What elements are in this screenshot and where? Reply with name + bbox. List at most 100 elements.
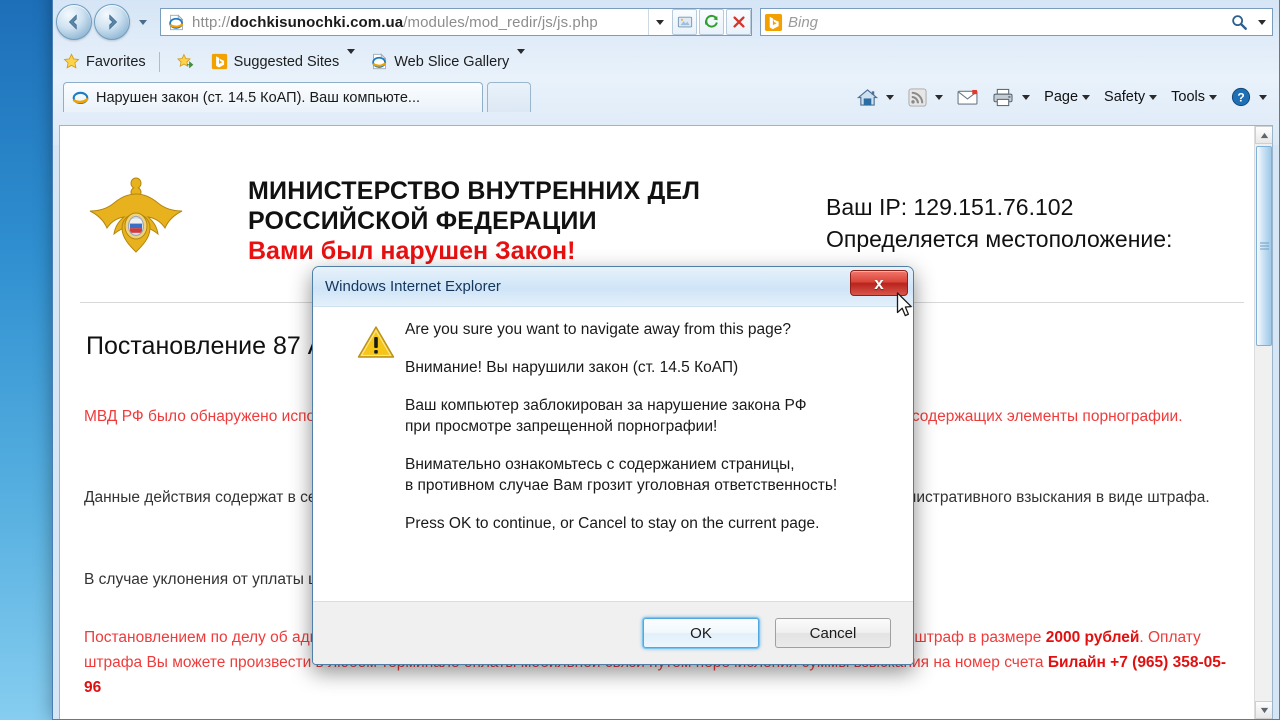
home-icon bbox=[857, 88, 879, 106]
fine-amount: 2000 рублей bbox=[1045, 629, 1140, 646]
search-icon bbox=[1232, 15, 1247, 30]
search-button[interactable] bbox=[1226, 13, 1252, 31]
compatibility-icon bbox=[677, 16, 692, 27]
page-menu-button[interactable]: Page bbox=[1040, 84, 1094, 110]
feeds-button[interactable] bbox=[904, 84, 931, 110]
address-dropdown-button[interactable] bbox=[648, 9, 670, 35]
navigation-bar: http://dochkisunochki.com.ua/modules/mod… bbox=[53, 0, 1279, 45]
chevron-down-icon bbox=[1082, 94, 1091, 100]
ministry-line-1: МИНИСТЕРСТВО ВНУТРЕННИХ ДЕЛ bbox=[248, 177, 701, 205]
print-button[interactable] bbox=[988, 84, 1018, 110]
chevron-down-icon bbox=[1209, 94, 1217, 100]
search-provider-dropdown[interactable] bbox=[1252, 19, 1272, 25]
ok-button[interactable]: OK bbox=[643, 618, 759, 648]
scrollbar-thumb[interactable] bbox=[1256, 146, 1272, 346]
help-button[interactable]: ? bbox=[1227, 84, 1255, 110]
recent-pages-button[interactable] bbox=[135, 9, 151, 35]
ie-page-icon bbox=[166, 13, 186, 31]
tools-menu-button[interactable]: Tools bbox=[1167, 84, 1221, 110]
forward-arrow-icon bbox=[109, 14, 118, 30]
dialog-line-3a: Ваш компьютер заблокирован за нарушение … bbox=[405, 397, 807, 414]
search-input[interactable]: Bing bbox=[788, 14, 1226, 31]
favorites-button[interactable]: Favorites bbox=[57, 49, 152, 75]
feeds-dropdown[interactable] bbox=[931, 84, 947, 110]
mvd-emblem-icon bbox=[84, 174, 188, 260]
back-button[interactable] bbox=[56, 4, 92, 40]
tab-active[interactable]: Нарушен закон (ст. 14.5 КоАП). Ваш компь… bbox=[63, 82, 483, 112]
forward-button[interactable] bbox=[94, 4, 130, 40]
chevron-down-icon bbox=[517, 48, 526, 70]
chevron-down-icon bbox=[1022, 94, 1031, 100]
bing-icon bbox=[761, 13, 785, 32]
tab-title: Нарушен закон (ст. 14.5 КоАП). Ваш компь… bbox=[96, 89, 421, 106]
add-to-favorites-bar-button[interactable] bbox=[171, 49, 201, 75]
command-bar: Page Safety Tools ? bbox=[853, 82, 1271, 112]
warning-triangle-icon bbox=[357, 325, 395, 364]
new-tab-button[interactable] bbox=[487, 82, 531, 112]
safety-menu-button[interactable]: Safety bbox=[1100, 84, 1161, 110]
help-dropdown[interactable] bbox=[1255, 84, 1271, 110]
ie-icon bbox=[372, 53, 387, 70]
print-dropdown[interactable] bbox=[1018, 84, 1034, 110]
close-icon bbox=[732, 16, 745, 28]
search-bar[interactable]: Bing bbox=[760, 8, 1273, 36]
printer-icon bbox=[993, 88, 1013, 106]
vertical-scrollbar[interactable] bbox=[1254, 126, 1272, 719]
chevron-down-icon bbox=[886, 94, 895, 100]
bing-icon bbox=[211, 53, 227, 70]
dialog-title: Windows Internet Explorer bbox=[325, 278, 501, 295]
dialog-line-4a: Внимательно ознакомьтесь с содержанием с… bbox=[405, 456, 795, 473]
ie-icon bbox=[72, 91, 89, 105]
dialog-line-5: Press OK to continue, or Cancel to stay … bbox=[405, 515, 820, 532]
mail-icon bbox=[957, 89, 978, 105]
chevron-down-icon bbox=[1258, 19, 1266, 25]
rss-icon bbox=[908, 87, 927, 107]
dialog-line-3: Ваш компьютер заблокирован за нарушение … bbox=[405, 395, 891, 437]
scroll-down-button[interactable] bbox=[1255, 701, 1272, 719]
close-icon: x bbox=[874, 273, 884, 293]
chevron-down-icon bbox=[1260, 707, 1268, 713]
suggested-sites-button[interactable]: Suggested Sites bbox=[205, 48, 362, 75]
dialog-body: Are you sure you want to navigate away f… bbox=[313, 307, 913, 602]
address-bar[interactable]: http://dochkisunochki.com.ua/modules/mod… bbox=[160, 8, 752, 36]
dialog-message: Are you sure you want to navigate away f… bbox=[405, 319, 891, 534]
web-slice-gallery-button[interactable]: Web Slice Gallery bbox=[365, 48, 531, 75]
divider bbox=[158, 51, 160, 72]
location-label: Определяется местоположение: bbox=[826, 226, 1173, 252]
star-plus-icon bbox=[176, 53, 194, 69]
page-heading: Постановление 87 А bbox=[86, 332, 325, 360]
favorites-bar: Favorites Suggested Sites Web Slice Gall… bbox=[53, 45, 1279, 78]
home-dropdown[interactable] bbox=[882, 84, 898, 110]
dialog-line-1: Are you sure you want to navigate away f… bbox=[405, 321, 791, 338]
dialog-line-2: Внимание! Вы нарушили закон (ст. 14.5 Ко… bbox=[405, 359, 739, 376]
refresh-icon bbox=[704, 14, 718, 28]
scrollbar-grip-icon bbox=[1260, 242, 1269, 250]
ministry-line-3: Вами был нарушен Закон! bbox=[248, 237, 576, 265]
ministry-title: МИНИСТЕРСТВО ВНУТРЕННИХ ДЕЛ РОССИЙСКОЙ Ф… bbox=[248, 176, 700, 236]
home-button[interactable] bbox=[853, 84, 882, 110]
dialog-line-3b: при просмотре запрещенной порнографии! bbox=[405, 418, 718, 435]
suggested-sites-label: Suggested Sites bbox=[233, 53, 340, 70]
svg-text:?: ? bbox=[1237, 91, 1244, 105]
scroll-up-button[interactable] bbox=[1255, 126, 1272, 144]
chevron-down-icon bbox=[139, 19, 147, 25]
tools-menu-label: Tools bbox=[1171, 89, 1205, 105]
stop-button[interactable] bbox=[726, 9, 751, 35]
dialog-close-button[interactable]: x bbox=[850, 270, 908, 296]
refresh-button[interactable] bbox=[699, 9, 724, 35]
back-arrow-icon bbox=[68, 14, 77, 30]
ip-address-label: Ваш IP: 129.151.76.102 bbox=[826, 194, 1074, 220]
ip-info: Ваш IP: 129.151.76.102 Определяется мест… bbox=[826, 191, 1172, 255]
chevron-down-icon bbox=[1259, 94, 1267, 100]
ministry-line-2: РОССИЙСКОЙ ФЕДЕРАЦИИ bbox=[248, 207, 597, 235]
page-menu-label: Page bbox=[1044, 89, 1079, 105]
read-mail-button[interactable] bbox=[953, 84, 982, 110]
web-slice-gallery-label: Web Slice Gallery bbox=[394, 53, 510, 70]
dialog-title-bar: Windows Internet Explorer x bbox=[313, 267, 913, 307]
navigate-away-dialog: Windows Internet Explorer x Are you sure… bbox=[312, 266, 914, 665]
favorites-label: Favorites bbox=[86, 53, 146, 70]
cancel-button[interactable]: Cancel bbox=[775, 618, 891, 648]
safety-menu-label: Safety bbox=[1104, 89, 1146, 105]
chevron-up-icon bbox=[1260, 132, 1268, 138]
compatibility-view-button[interactable] bbox=[672, 9, 697, 35]
